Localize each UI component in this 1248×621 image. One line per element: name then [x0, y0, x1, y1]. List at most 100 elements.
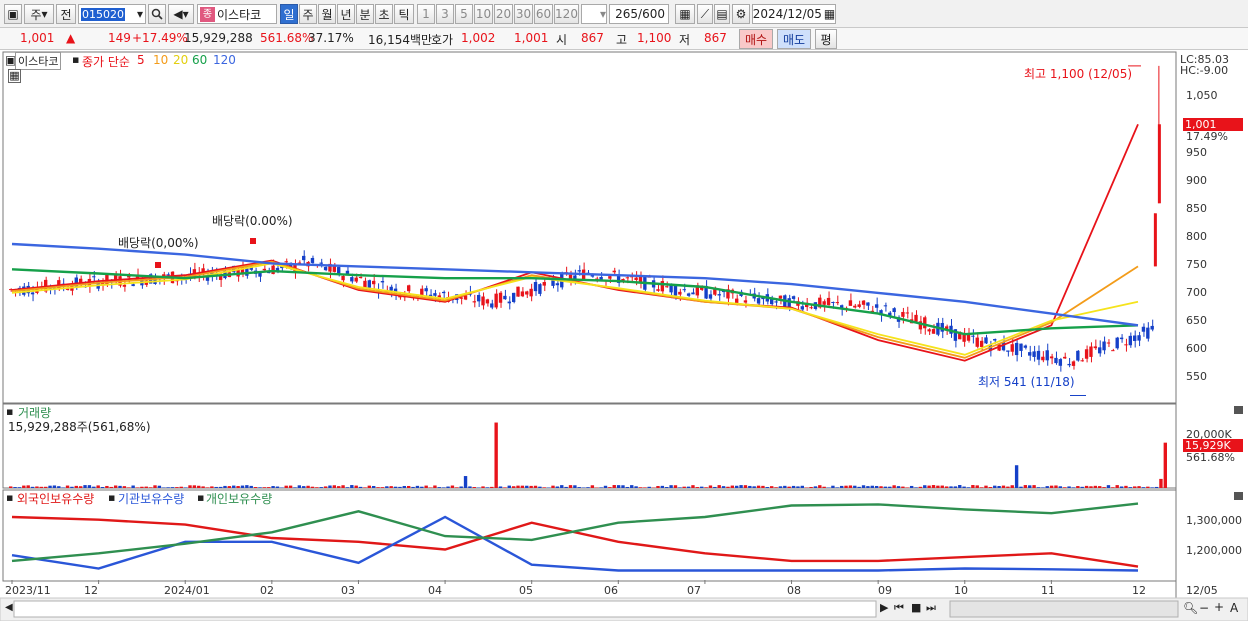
volume-bar [485, 487, 490, 488]
volume-bar [302, 486, 306, 488]
stock-name-field[interactable]: 종 이스타코 [197, 4, 277, 24]
minute-60[interactable]: 60 [534, 4, 553, 24]
volume-bar [1163, 442, 1167, 488]
minute-3[interactable]: 3 [436, 4, 454, 24]
candle-body [1157, 124, 1161, 204]
volume-bar [879, 486, 883, 488]
zoom-out-icon[interactable]: − [1199, 601, 1209, 615]
volume-bar [1049, 485, 1054, 488]
interval-year[interactable]: 년 [337, 4, 355, 24]
volume-bar [192, 485, 197, 488]
text-size-icon[interactable]: A [1230, 601, 1238, 615]
candle-body [1098, 347, 1102, 354]
layout-icon[interactable]: ▣ [4, 4, 22, 24]
chart-area[interactable]: ▣ 이스타코 ▪ 종가 단순 5 10 20 60 120 ▦ LC:85.03… [0, 50, 1248, 621]
volume-bar [1063, 487, 1067, 488]
volume-bar [765, 487, 770, 488]
custom-period-select[interactable]: ▾ [581, 4, 607, 24]
open-label: 시 [556, 33, 568, 47]
interval-tick[interactable]: 틱 [394, 4, 414, 24]
interval-week[interactable]: 주 [299, 4, 317, 24]
table-icon[interactable]: ▦ [8, 69, 21, 83]
volume-bar [468, 486, 472, 488]
volume-bar [962, 486, 966, 488]
price-tick: 850 [1186, 202, 1207, 215]
date-field[interactable]: 2024/12/05 ▦ [752, 4, 836, 24]
zoom-icon[interactable]: 🔍︎ [1183, 601, 1198, 615]
toolbar: ▣ 주 ▾ 전 015020 ▾ ◀▾ 종 이스타코 일 주 월 년 분 초 틱 … [0, 0, 1248, 28]
scroll-left-icon[interactable]: ◀ [5, 602, 13, 613]
volume-bar [218, 486, 223, 488]
volume-bar [551, 485, 555, 488]
volume-bar [520, 485, 525, 488]
period-kind-select[interactable]: 주 ▾ [24, 4, 54, 24]
interval-minute[interactable]: 분 [356, 4, 374, 24]
candle-body [481, 296, 485, 306]
dividend-annotation: 배당락(0.00%) [212, 214, 293, 228]
flat-button[interactable]: 평 [815, 29, 837, 49]
minute-20[interactable]: 20 [494, 4, 513, 24]
minute-30[interactable]: 30 [514, 4, 533, 24]
volume-bar [944, 486, 949, 488]
volume-bar [1058, 486, 1063, 488]
candle-body [529, 288, 533, 297]
volume-bar [866, 486, 870, 488]
stock-code-input[interactable]: 015020 ▾ [78, 4, 146, 24]
rewind-icon[interactable]: ⏮ [894, 601, 904, 615]
panel-close-icon[interactable] [1234, 406, 1243, 414]
minute-10[interactable]: 10 [474, 4, 493, 24]
draw-tool-icon[interactable]: ⟋ [697, 4, 713, 24]
interval-second[interactable]: 초 [375, 4, 393, 24]
panel-close-icon[interactable] [1234, 492, 1243, 500]
candle-body [503, 295, 507, 300]
candle-body [1036, 350, 1041, 360]
stock-name: 이스타코 [217, 7, 262, 22]
volume-bar [424, 485, 428, 488]
minute-1[interactable]: 1 [417, 4, 435, 24]
zoom-in-icon[interactable]: + [1214, 600, 1224, 614]
save-icon[interactable]: ▤ [714, 4, 730, 24]
tool-strip[interactable] [949, 600, 1179, 618]
volume-bar [1023, 485, 1028, 488]
volume-bar [1036, 487, 1041, 488]
speaker-icon[interactable]: ◀▾ [168, 4, 194, 24]
candle-body [131, 284, 135, 287]
volume-bar [691, 485, 695, 488]
volume-bar [1076, 486, 1080, 488]
volume-bar [105, 485, 109, 488]
volume-bar [441, 487, 446, 488]
candle-body [1106, 342, 1111, 344]
prev-button[interactable]: 전 [56, 4, 76, 24]
minute-5[interactable]: 5 [455, 4, 473, 24]
candle-body [660, 281, 665, 292]
volume-bar [61, 487, 65, 488]
stock-chart[interactable] [0, 50, 1248, 621]
legend-ma120: 120 [213, 53, 236, 67]
forward-icon[interactable]: ⏭ [926, 601, 936, 615]
interval-day[interactable]: 일 [280, 4, 298, 24]
search-icon[interactable] [148, 4, 166, 24]
date-tick: 05 [519, 584, 533, 597]
sell-button[interactable]: 매도 [777, 29, 811, 49]
volume-bar [564, 486, 568, 488]
dividend-marker [250, 238, 256, 244]
buy-button[interactable]: 매수 [739, 29, 773, 49]
scroll-track[interactable] [13, 600, 877, 618]
volume-bar [275, 486, 280, 488]
volume-bar [901, 486, 905, 488]
candle-body [433, 293, 437, 296]
play-icon[interactable]: ▶ [880, 601, 888, 614]
volume-bar [1111, 487, 1115, 488]
chart-type-icon[interactable]: ▦ [675, 4, 695, 24]
candle-body [822, 301, 826, 305]
gear-icon[interactable]: ⚙ [732, 4, 750, 24]
count-field[interactable]: 265/600 [609, 4, 669, 24]
calendar-icon[interactable]: ▦ [824, 7, 835, 21]
minute-120[interactable]: 120 [554, 4, 579, 24]
legend-ma60: 60 [192, 53, 208, 67]
legend-stock-name[interactable]: 이스타코 [15, 52, 62, 70]
candle-body [494, 293, 498, 308]
chevron-down-icon[interactable]: ▾ [137, 7, 145, 21]
interval-month[interactable]: 월 [318, 4, 336, 24]
stop-icon[interactable]: ■ [911, 601, 921, 614]
